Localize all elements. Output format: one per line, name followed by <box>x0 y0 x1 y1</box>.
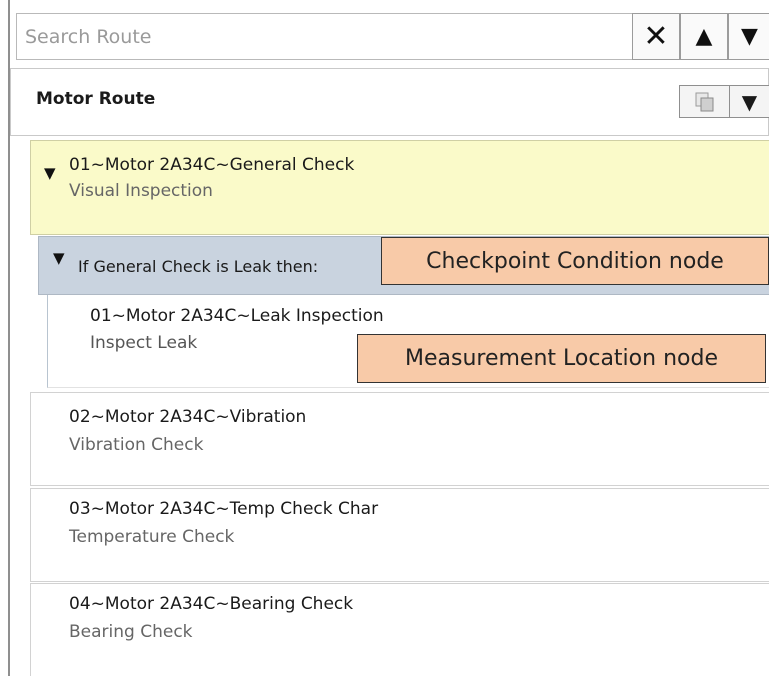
route-panel: ✕ ▲ ▼ Motor Route ▼ ▼ 01~Motor 2A34C~Gen… <box>8 0 769 676</box>
checkpoint-node-temp-check[interactable]: 03~Motor 2A34C~Temp Check Char Temperatu… <box>30 488 769 582</box>
checkpoint-condition-callout: Checkpoint Condition node <box>381 237 769 285</box>
route-header: Motor Route ▼ <box>10 68 769 136</box>
search-bar: ✕ ▲ ▼ <box>10 10 769 66</box>
route-title: Motor Route <box>36 89 156 109</box>
node-subtitle: Inspect Leak <box>90 333 198 353</box>
node-title: 01~Motor 2A34C~General Check <box>69 155 355 175</box>
node-subtitle: Vibration Check <box>69 435 204 455</box>
node-subtitle: Visual Inspection <box>69 181 213 201</box>
expand-icon[interactable]: ▼ <box>53 249 65 267</box>
chevron-down-icon: ▼ <box>741 89 758 114</box>
checkpoint-node-general-check[interactable]: ▼ 01~Motor 2A34C~General Check Visual In… <box>30 140 769 235</box>
expand-icon[interactable]: ▼ <box>44 164 56 182</box>
search-input[interactable] <box>16 13 632 60</box>
arrow-down-icon: ▼ <box>741 24 758 49</box>
copy-button[interactable] <box>679 85 729 118</box>
copy-icon <box>695 92 713 111</box>
node-title: 03~Motor 2A34C~Temp Check Char <box>69 499 379 519</box>
condition-label: If General Check is Leak then: <box>78 257 319 276</box>
arrow-up-icon: ▲ <box>695 24 713 49</box>
checkpoint-node-vibration[interactable]: 02~Motor 2A34C~Vibration Vibration Check <box>30 392 769 486</box>
node-title: 01~Motor 2A34C~Leak Inspection <box>90 306 384 326</box>
route-menu-button[interactable]: ▼ <box>729 85 769 118</box>
node-subtitle: Bearing Check <box>69 622 193 642</box>
checkpoint-node-bearing-check[interactable]: 04~Motor 2A34C~Bearing Check Bearing Che… <box>30 583 769 676</box>
close-icon: ✕ <box>643 19 669 54</box>
node-title: 02~Motor 2A34C~Vibration <box>69 407 307 427</box>
node-subtitle: Temperature Check <box>69 527 235 547</box>
previous-result-button[interactable]: ▲ <box>680 13 728 60</box>
measurement-location-callout: Measurement Location node <box>357 334 766 383</box>
node-title: 04~Motor 2A34C~Bearing Check <box>69 594 354 614</box>
clear-search-button[interactable]: ✕ <box>632 13 680 60</box>
next-result-button[interactable]: ▼ <box>728 13 769 60</box>
